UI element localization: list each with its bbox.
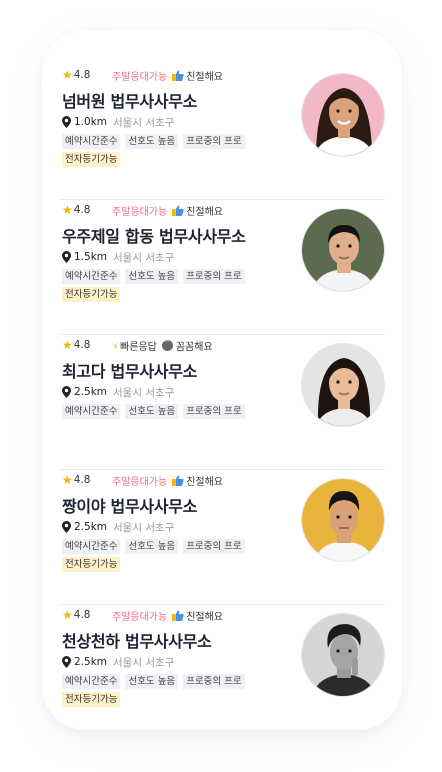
list-item[interactable]: ★ 4.8 주말응대가능 친절해요 넘버원 법무사사무소 1.0km 서울시 서초… [59, 65, 385, 200]
review-badge: 친절해요 [172, 203, 223, 218]
star-icon: ★ [62, 68, 73, 82]
distance: 2.5km [74, 521, 108, 533]
review-badge-label: 꼼꼼해요 [175, 341, 213, 353]
star-icon: ★ [62, 608, 73, 622]
location-pin-icon [62, 656, 71, 668]
tag: 프로중의 프로 [183, 674, 245, 689]
tag-list: 예약시간준수 선호도 높음 프로중의 프로 전자등기가능 [62, 134, 287, 170]
thumbs-up-icon [172, 70, 184, 81]
lawyer-list: ★ 4.8 주말응대가능 친절해요 넘버원 법무사사무소 1.0km 서울시 서초… [42, 65, 402, 730]
feature-badge: 주말응대가능 [112, 476, 168, 488]
rating: ★ 4.8 [62, 339, 112, 351]
location-pin-icon [62, 386, 71, 398]
avatar-portrait [302, 209, 384, 291]
list-item[interactable]: ★ 4.8 주말응대가능 친절해요 천상천하 법무사사무소 2.5km 서울시 서… [59, 605, 385, 730]
list-item[interactable]: ★ 4.8 주말응대가능 친절해요 우주제일 합동 법무사사무소 1.5km 서울… [59, 200, 385, 335]
tag: 선호도 높음 [125, 134, 179, 149]
rating: ★ 4.8 [62, 609, 112, 621]
review-badge: 친절해요 [172, 473, 223, 488]
feature-badge: 주말응대가능 [112, 206, 168, 218]
location-pin-icon [62, 521, 71, 533]
distance: 1.5km [74, 251, 108, 263]
tag-list: 예약시간준수 선호도 높음 프로중의 프로 전자등기가능 [62, 674, 287, 710]
review-badge-label: 친절해요 [186, 611, 224, 623]
list-item[interactable]: ★ 4.8 주말응대가능 친절해요 짱이야 법무사사무소 2.5km 서울시 서초… [59, 470, 385, 605]
rating-value: 4.8 [73, 339, 91, 351]
tag: 프로중의 프로 [183, 269, 245, 284]
rating-value: 4.8 [73, 474, 91, 486]
review-badge: 친절해요 [172, 608, 223, 623]
tag: 예약시간준수 [62, 674, 121, 689]
avatar [301, 343, 385, 427]
region: 서울시 서초구 [113, 656, 175, 669]
review-badge: 꼼꼼해요 [161, 337, 213, 353]
review-badge-label: 친절해요 [186, 476, 224, 488]
tag: 예약시간준수 [62, 539, 121, 554]
chat-bubble-icon [161, 337, 173, 351]
thumbs-up-icon [172, 205, 184, 216]
avatar-portrait [302, 344, 384, 426]
highlight-tag: 전자등기가능 [62, 287, 121, 302]
rating-value: 4.8 [73, 609, 91, 621]
avatar-portrait [302, 614, 384, 696]
rating-value: 4.8 [73, 204, 91, 216]
tag: 선호도 높음 [125, 269, 179, 284]
location-pin-icon [62, 116, 71, 128]
feature-badge: 주말응대가능 [112, 71, 168, 83]
tag: 예약시간준수 [62, 134, 121, 149]
region: 서울시 서초구 [113, 251, 175, 264]
region: 서울시 서초구 [113, 116, 175, 129]
tag: 예약시간준수 [62, 269, 121, 284]
tag: 선호도 높음 [125, 539, 179, 554]
highlight-tag: 전자등기가능 [62, 557, 121, 572]
rating: ★ 4.8 [62, 204, 112, 216]
tag: 선호도 높음 [125, 404, 179, 419]
review-badge: 친절해요 [172, 68, 223, 83]
rating-value: 4.8 [73, 69, 91, 81]
location-pin-icon [62, 251, 71, 263]
avatar [301, 73, 385, 157]
feature-badge-label: 빠른응답 [120, 341, 157, 353]
tag-list: 예약시간준수 선호도 높음 프로중의 프로 [62, 404, 287, 422]
list-item[interactable]: ★4.8 ⚡빠른응답 꼼꼼해요 최고다 법무사사무소 2.5km 서울시 서초구… [59, 335, 385, 470]
region: 서울시 서초구 [113, 386, 175, 399]
tag: 프로중의 프로 [183, 404, 245, 419]
tag: 선호도 높음 [125, 674, 179, 689]
thumbs-up-icon [172, 475, 184, 486]
star-icon: ★ [62, 338, 73, 352]
highlight-tag: 전자등기가능 [62, 152, 121, 167]
feature-badge: ⚡빠른응답 [112, 338, 157, 353]
avatar-portrait [302, 74, 384, 156]
tag: 프로중의 프로 [183, 539, 245, 554]
distance: 2.5km [74, 386, 108, 398]
lightning-icon: ⚡ [112, 341, 120, 353]
avatar [301, 613, 385, 697]
phone-frame: ★ 4.8 주말응대가능 친절해요 넘버원 법무사사무소 1.0km 서울시 서초… [42, 30, 402, 730]
feature-badge: 주말응대가능 [112, 611, 168, 623]
highlight-tag: 전자등기가능 [62, 692, 121, 707]
rating: ★ 4.8 [62, 69, 112, 81]
rating: ★ 4.8 [62, 474, 112, 486]
avatar-portrait [302, 479, 384, 561]
thumbs-up-icon [172, 610, 184, 621]
review-badge-label: 친절해요 [186, 71, 224, 83]
tag: 프로중의 프로 [183, 134, 245, 149]
region: 서울시 서초구 [113, 521, 175, 534]
tag: 예약시간준수 [62, 404, 121, 419]
tag-list: 예약시간준수 선호도 높음 프로중의 프로 전자등기가능 [62, 539, 287, 575]
distance: 1.0km [74, 116, 108, 128]
review-badge-label: 친절해요 [186, 206, 224, 218]
distance: 2.5km [74, 656, 108, 668]
star-icon: ★ [62, 203, 73, 217]
tag-list: 예약시간준수 선호도 높음 프로중의 프로 전자등기가능 [62, 269, 287, 305]
avatar [301, 208, 385, 292]
avatar [301, 478, 385, 562]
star-icon: ★ [62, 473, 73, 487]
